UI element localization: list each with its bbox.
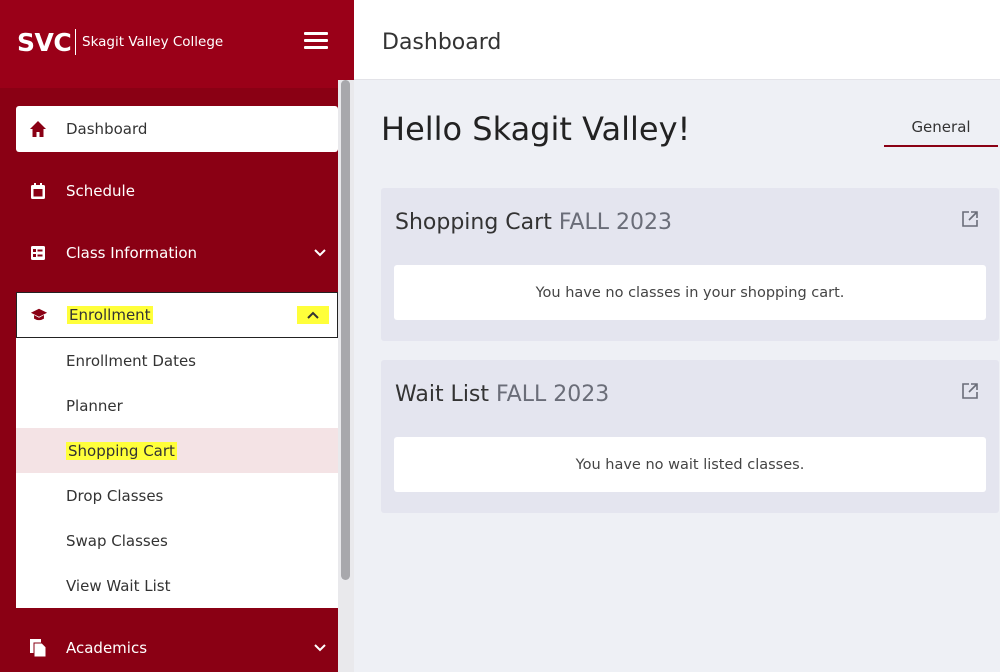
chevron-up-icon[interactable]: [297, 306, 329, 324]
brand-name: Skagit Valley College: [82, 34, 224, 50]
nav-enrollment-label: Enrollment: [67, 306, 153, 324]
nav-dashboard[interactable]: Dashboard: [16, 106, 338, 152]
submenu-shopping-cart-label: Shopping Cart: [66, 441, 177, 460]
submenu-drop-classes[interactable]: Drop Classes: [16, 473, 338, 518]
submenu-swap-classes[interactable]: Swap Classes: [16, 518, 338, 563]
nav-dashboard-label: Dashboard: [66, 120, 148, 138]
shopping-cart-heading: Shopping Cart: [395, 210, 552, 235]
nav-class-information-label: Class Information: [66, 244, 198, 262]
page-title: Dashboard: [382, 30, 502, 55]
shopping-cart-term: FALL 2023: [558, 210, 673, 235]
nav-academics-label: Academics: [66, 639, 148, 657]
graduation-cap-icon: [30, 306, 48, 324]
shopping-cart-card: Shopping Cart FALL 2023 You have no clas…: [381, 188, 999, 341]
brand-header: SVC Skagit Valley College: [0, 0, 354, 88]
shopping-cart-message: You have no classes in your shopping car…: [394, 265, 986, 320]
wait-list-term: FALL 2023: [496, 382, 610, 407]
nav-schedule-label: Schedule: [66, 182, 135, 200]
calendar-icon: [29, 182, 47, 200]
nav-academics[interactable]: Academics: [16, 625, 338, 671]
submenu-planner[interactable]: Planner: [16, 383, 338, 428]
submenu-enrollment-dates[interactable]: Enrollment Dates: [16, 338, 338, 383]
brand-divider: [75, 29, 76, 55]
brand-logo[interactable]: SVC: [17, 28, 72, 57]
nav-enrollment[interactable]: Enrollment: [16, 292, 338, 338]
wait-list-title: Wait List FALL 2023: [395, 382, 609, 407]
greeting-heading: Hello Skagit Valley!: [381, 110, 691, 148]
shopping-cart-title: Shopping Cart FALL 2023: [395, 210, 672, 235]
topbar: Dashboard: [354, 0, 1000, 80]
nav-class-information[interactable]: Class Information: [16, 230, 338, 276]
tab-general[interactable]: General: [884, 112, 998, 148]
wait-list-message: You have no wait listed classes.: [394, 437, 986, 492]
submenu-view-wait-list[interactable]: View Wait List: [16, 563, 338, 608]
menu-icon[interactable]: [304, 32, 328, 50]
chevron-down-icon[interactable]: [314, 246, 326, 260]
enrollment-submenu: Enrollment Dates Planner Shopping Cart D…: [16, 338, 338, 608]
external-link-icon[interactable]: [961, 382, 979, 400]
sidebar: SVC Skagit Valley College Dashboard Sche…: [0, 0, 354, 672]
wait-list-card: Wait List FALL 2023 You have no wait lis…: [381, 360, 999, 513]
chevron-down-icon[interactable]: [314, 641, 326, 655]
nav-schedule[interactable]: Schedule: [16, 168, 338, 214]
external-link-icon[interactable]: [961, 210, 979, 228]
documents-icon: [29, 639, 47, 658]
home-icon: [29, 120, 47, 138]
submenu-shopping-cart[interactable]: Shopping Cart: [16, 428, 338, 473]
sidebar-scrollbar-thumb[interactable]: [341, 80, 350, 580]
tab-active-indicator: [884, 145, 998, 147]
list-card-icon: [29, 244, 47, 262]
wait-list-heading: Wait List: [395, 382, 490, 407]
